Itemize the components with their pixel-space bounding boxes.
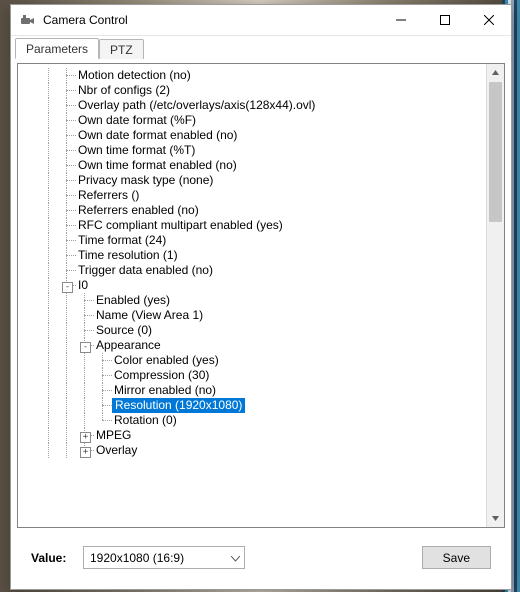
tab-ptz[interactable]: PTZ [99,39,144,59]
tree-item[interactable]: Time resolution (1) [22,248,486,263]
tree-item[interactable]: Source (0) [22,323,486,338]
tree-item-resolution[interactable]: Resolution (1920x1080) [22,398,486,413]
value-row: Value: 1920x1080 (16:9) Save [17,528,505,583]
tree-item[interactable]: Enabled (yes) [22,293,486,308]
tree-item[interactable]: Own time format enabled (no) [22,158,486,173]
scroll-up-icon[interactable] [487,64,504,81]
save-button[interactable]: Save [422,546,491,569]
tree-item-i0[interactable]: -I0 [22,278,486,293]
camera-control-window: Camera Control Parameters PTZ [10,4,512,590]
window-title: Camera Control [43,13,379,27]
maximize-button[interactable] [423,5,467,35]
expand-icon[interactable]: + [80,432,91,443]
tree-item-appearance[interactable]: -Appearance [22,338,486,353]
tree-item-mpeg[interactable]: +MPEG [22,428,486,443]
tree-item[interactable]: Mirror enabled (no) [22,383,486,398]
scroll-thumb[interactable] [489,82,502,222]
tree-item[interactable]: Compression (30) [22,368,486,383]
close-button[interactable] [467,5,511,35]
camera-icon [19,12,35,28]
tree-item[interactable]: Own date format (%F) [22,113,486,128]
minimize-button[interactable] [379,5,423,35]
value-selected: 1920x1080 (16:9) [90,551,184,565]
titlebar: Camera Control [11,5,511,36]
tree-item[interactable]: RFC compliant multipart enabled (yes) [22,218,486,233]
collapse-icon[interactable]: - [80,342,91,353]
parameter-tree[interactable]: Motion detection (no) Nbr of configs (2)… [17,63,505,528]
tree-item[interactable]: Own date format enabled (no) [22,128,486,143]
tree-item[interactable]: Privacy mask type (none) [22,173,486,188]
tree-item-overlay[interactable]: +Overlay [22,443,486,458]
expand-icon[interactable]: + [80,447,91,458]
scroll-down-icon[interactable] [487,510,504,527]
tree-item[interactable]: Own time format (%T) [22,143,486,158]
tree-item[interactable]: Motion detection (no) [22,68,486,83]
tree-item[interactable]: Time format (24) [22,233,486,248]
value-label: Value: [31,551,75,565]
tree-item[interactable]: Nbr of configs (2) [22,83,486,98]
tree-item[interactable]: Referrers enabled (no) [22,203,486,218]
tree-item[interactable]: Color enabled (yes) [22,353,486,368]
tree-item[interactable]: Rotation (0) [22,413,486,428]
chevron-down-icon [231,551,240,565]
tab-bar: Parameters PTZ [11,36,511,59]
tree-item[interactable]: Trigger data enabled (no) [22,263,486,278]
scrollbar-vertical[interactable] [486,64,504,527]
tree-item[interactable]: Name (View Area 1) [22,308,486,323]
tab-parameters[interactable]: Parameters [15,38,99,59]
value-dropdown[interactable]: 1920x1080 (16:9) [83,546,245,569]
collapse-icon[interactable]: - [62,282,73,293]
tree-item[interactable]: Overlay path (/etc/overlays/axis(128x44)… [22,98,486,113]
tree-item[interactable]: Referrers () [22,188,486,203]
